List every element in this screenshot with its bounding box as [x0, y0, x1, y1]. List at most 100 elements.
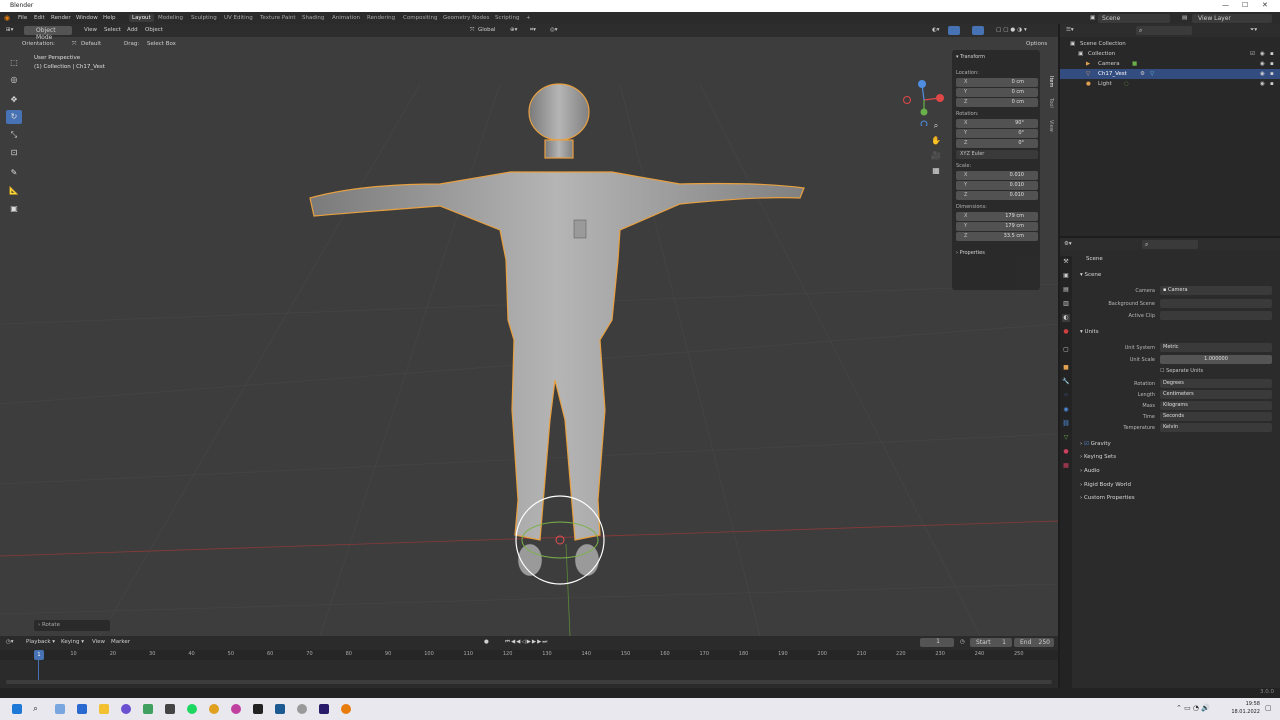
scene-section-header[interactable]: ▾ Scene — [1080, 272, 1101, 278]
properties-editor-icon[interactable]: ⚙▾ — [1064, 241, 1072, 247]
outliner-row-collection[interactable]: ▣ Collection ☑ ◉ ▪ — [1060, 49, 1280, 59]
menu-keying[interactable]: Keying ▾ — [61, 639, 84, 645]
clock-date[interactable]: 18.01.2022 — [1228, 709, 1260, 715]
material-tab-icon[interactable]: ● — [1062, 448, 1070, 456]
move-tool-icon[interactable]: ✥ — [6, 93, 22, 107]
separate-units-checkbox[interactable]: ☐ Separate Units — [1160, 368, 1203, 374]
dimensions-z-field[interactable]: Z 33.5 cm — [956, 232, 1038, 241]
task-view-icon[interactable] — [55, 704, 65, 714]
outliner-editor-icon[interactable]: ☰▾ — [1066, 27, 1074, 33]
app-cube-icon[interactable] — [165, 704, 175, 714]
units-section-header[interactable]: ▾ Units — [1080, 329, 1099, 335]
tab-scripting[interactable]: Scripting — [495, 15, 519, 21]
record-button[interactable]: ● — [484, 639, 489, 645]
length-unit-select[interactable]: Centimeters — [1160, 390, 1272, 399]
clock-time[interactable]: 19:58 — [1232, 701, 1260, 707]
orientation-value[interactable]: Default — [81, 41, 101, 47]
pan-hand-icon[interactable]: ✋ — [930, 135, 942, 147]
custom-properties-section[interactable]: › Custom Properties — [1080, 495, 1135, 501]
menu-file[interactable]: File — [18, 15, 27, 21]
keying-sets-section[interactable]: › Keying Sets — [1080, 454, 1116, 460]
gizmo-toggle-icon[interactable] — [948, 26, 960, 35]
tab-item[interactable]: Item — [1047, 74, 1055, 90]
end-frame-field[interactable]: End 250 — [1014, 638, 1054, 647]
file-explorer-icon[interactable] — [99, 704, 109, 714]
menu-marker[interactable]: Marker — [111, 639, 130, 645]
editor-type-icon[interactable]: ⊞▾ — [6, 27, 13, 33]
temperature-unit-select[interactable]: Kelvin — [1160, 423, 1272, 432]
rotation-x-field[interactable]: X 90° — [956, 119, 1038, 128]
tray-icons[interactable]: ⌃ ▭ ◔ 🔊 — [1176, 704, 1210, 712]
proportional-edit-icon[interactable]: ◎▾ — [550, 27, 558, 33]
snap-icon[interactable]: ⌗▾ — [530, 27, 536, 34]
app-icon[interactable] — [143, 704, 153, 714]
close-button[interactable]: ✕ — [1262, 1, 1268, 9]
timeline-scrollbar[interactable] — [6, 680, 1052, 684]
drag-value[interactable]: Select Box — [147, 41, 176, 47]
playback-controls[interactable]: ⏮◀◀◁▶▶▶⏭ — [505, 639, 548, 646]
overlay-toggle-icon[interactable] — [972, 26, 984, 35]
rotation-unit-select[interactable]: Degrees — [1160, 379, 1272, 388]
annotate-tool-icon[interactable]: ✎ — [6, 166, 22, 180]
filter-icon[interactable]: ⏷▾ — [1250, 27, 1257, 34]
tab-compositing[interactable]: Compositing — [403, 15, 437, 21]
premiere-icon[interactable] — [319, 704, 329, 714]
timeline-editor-icon[interactable]: ◷▾ — [6, 639, 14, 645]
start-button-icon[interactable] — [12, 704, 22, 714]
checkbox-icon[interactable]: ☑ — [1250, 51, 1255, 57]
current-frame-field[interactable]: 1 — [920, 638, 954, 647]
blender-taskbar-icon[interactable] — [341, 704, 351, 714]
rotate-gizmo[interactable] — [510, 490, 610, 590]
menu-window[interactable]: Window — [76, 15, 98, 21]
location-y-field[interactable]: Y 0 cm — [956, 88, 1038, 97]
properties-subpanel[interactable]: › Properties — [956, 250, 985, 256]
camera-render-icon[interactable]: ▪ — [1270, 61, 1274, 67]
tab-uv-editing[interactable]: UV Editing — [224, 15, 253, 21]
app-icon-2[interactable] — [231, 704, 241, 714]
menu-timeline-view[interactable]: View — [92, 639, 105, 645]
transform-tool-icon[interactable]: ⊡ — [6, 146, 22, 160]
properties-search[interactable]: ⌕ — [1142, 240, 1198, 249]
render-tab-icon[interactable]: ▣ — [1062, 272, 1070, 280]
background-scene-field[interactable] — [1160, 299, 1272, 308]
menu-select[interactable]: Select — [104, 27, 121, 33]
notifications-icon[interactable]: ▢ — [1265, 704, 1272, 712]
mass-unit-select[interactable]: Kilograms — [1160, 401, 1272, 410]
scale-x-field[interactable]: X 0.010 — [956, 171, 1038, 180]
select-tool-icon[interactable]: ⬚ — [6, 56, 22, 70]
rigid-body-world-section[interactable]: › Rigid Body World — [1080, 482, 1131, 488]
eye-icon[interactable]: ◉ — [1260, 81, 1265, 87]
last-operator-panel[interactable]: › Rotate — [34, 620, 110, 631]
camera-render-icon[interactable]: ▪ — [1270, 51, 1274, 57]
notion-icon[interactable] — [253, 704, 263, 714]
search-icon[interactable]: ⌕ — [33, 704, 43, 714]
tab-shading[interactable]: Shading — [302, 15, 324, 21]
tab-sculpting[interactable]: Sculpting — [191, 15, 217, 21]
viewlayer-selector[interactable]: View Layer — [1192, 14, 1272, 23]
blender-logo-icon[interactable]: ◉ — [4, 14, 10, 22]
start-frame-field[interactable]: Start 1 — [970, 638, 1012, 647]
camera-render-icon[interactable]: ▪ — [1270, 71, 1274, 77]
outliner-row-camera[interactable]: ▶ Camera ■ ◉ ▪ — [1060, 59, 1280, 69]
dimensions-x-field[interactable]: X 179 cm — [956, 212, 1038, 221]
object-tab-icon[interactable]: ■ — [1062, 364, 1070, 372]
shading-modes-icon[interactable]: ▢▢●◑▾ — [996, 27, 1029, 33]
rotate-tool-icon[interactable]: ↻ — [6, 110, 22, 124]
menu-add[interactable]: Add — [127, 27, 138, 33]
scale-y-field[interactable]: Y 0.010 — [956, 181, 1038, 190]
mode-selector[interactable]: Object Mode — [24, 26, 72, 41]
tab-modeling[interactable]: Modeling — [158, 15, 183, 21]
tab-geometry-nodes[interactable]: Geometry Nodes — [443, 15, 489, 21]
measure-tool-icon[interactable]: 📐 — [6, 184, 22, 198]
location-x-field[interactable]: X 0 cm — [956, 78, 1038, 87]
camera-render-icon[interactable]: ▪ — [1270, 81, 1274, 87]
outliner-row-ch17-vest[interactable]: ▽ Ch17_Vest ⚙ ▽ ◉ ▪ — [1060, 69, 1280, 79]
pivot-icon[interactable]: ⊕▾ — [510, 27, 517, 33]
texture-tab-icon[interactable]: ▦ — [1062, 462, 1070, 470]
eye-icon[interactable]: ◉ — [1260, 61, 1265, 67]
eye-icon[interactable]: ◉ — [1260, 71, 1265, 77]
tool-tab-icon[interactable]: ⚒ — [1062, 258, 1070, 266]
eye-icon[interactable]: ◉ — [1260, 51, 1265, 57]
world-tab-icon[interactable]: ● — [1062, 328, 1070, 336]
outliner-row-scene-collection[interactable]: ▣ Scene Collection — [1060, 39, 1280, 49]
